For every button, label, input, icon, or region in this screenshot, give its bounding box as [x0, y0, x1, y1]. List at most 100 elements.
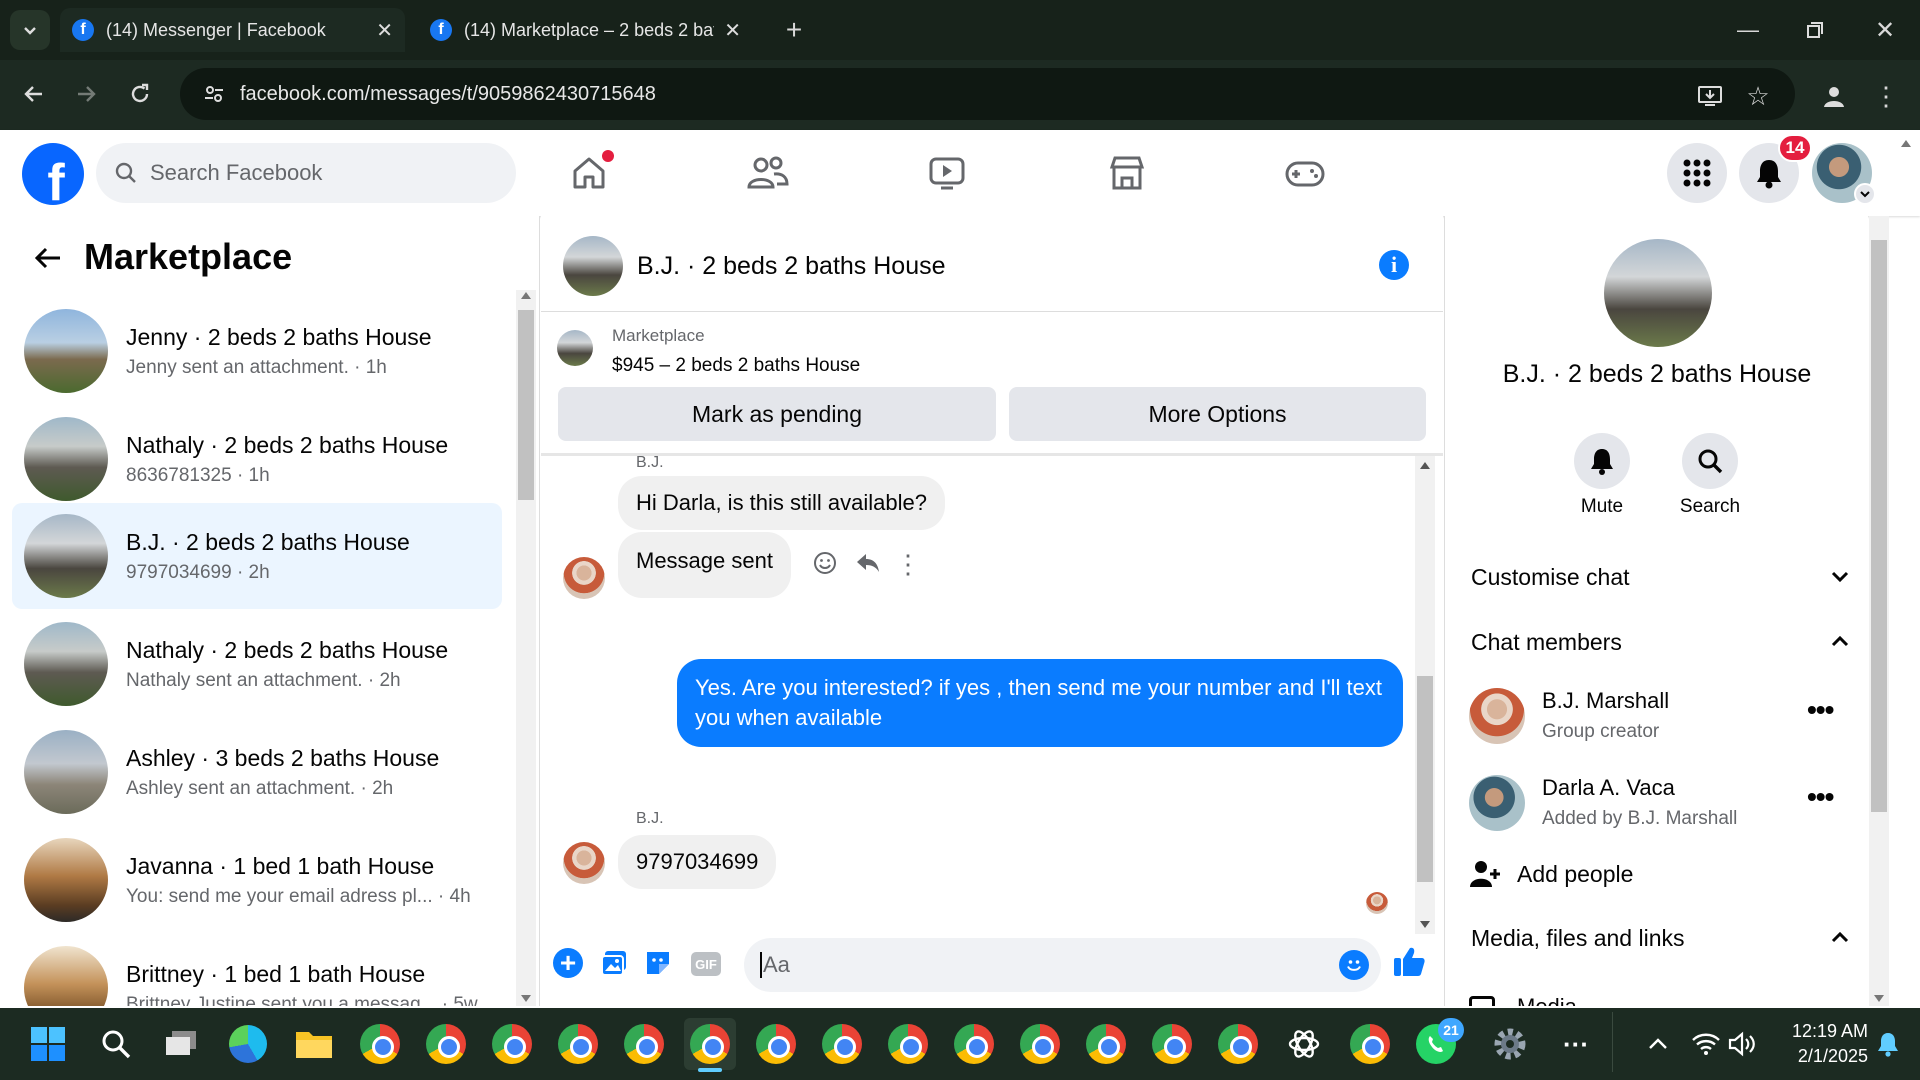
add-people-button[interactable]: Add people [1517, 861, 1633, 888]
clock-time[interactable]: 12:19 AM [1772, 1021, 1868, 1042]
nav-marketplace[interactable] [1092, 148, 1162, 198]
windows-start-icon[interactable] [22, 1018, 74, 1070]
media-files-links-section[interactable]: Media, files and links [1471, 925, 1685, 952]
page-scroll-up-arrow-icon[interactable] [1901, 140, 1911, 147]
account-chevron-icon[interactable] [1854, 183, 1876, 205]
show-hidden-icons-chevron-icon[interactable] [1632, 1018, 1684, 1070]
message-bubble-own[interactable]: Yes. Are you interested? if yes , then s… [677, 659, 1403, 747]
sticker-icon[interactable] [643, 948, 675, 980]
new-tab-button[interactable]: + [776, 12, 812, 48]
scroll-down-arrow-icon[interactable] [1420, 921, 1430, 928]
chat-title[interactable]: B.J. · 2 beds 2 baths House [637, 252, 946, 281]
scroll-up-arrow-icon[interactable] [521, 292, 531, 299]
search-input[interactable]: Search Facebook [96, 143, 516, 203]
more-apps-icon[interactable]: ··· [1550, 1018, 1602, 1070]
facebook-logo-icon[interactable]: f [22, 143, 84, 205]
scroll-down-arrow-icon[interactable] [1874, 995, 1884, 1002]
edge-icon[interactable] [222, 1018, 274, 1070]
chrome-icon[interactable] [816, 1018, 868, 1070]
search-chat-button[interactable] [1682, 433, 1738, 489]
list-scrollbar[interactable] [516, 290, 536, 1006]
forward-button[interactable] [66, 74, 106, 114]
chrome-icon[interactable] [486, 1018, 538, 1070]
settings-gear-icon[interactable] [1484, 1018, 1536, 1070]
member-name[interactable]: B.J. Marshall [1542, 688, 1669, 714]
more-actions-icon[interactable]: ⋮ [895, 550, 921, 578]
chrome-icon[interactable] [882, 1018, 934, 1070]
chevron-up-icon[interactable] [1831, 930, 1849, 949]
conversation-item[interactable]: Jenny · 2 beds 2 baths House Jenny sent a… [12, 298, 502, 404]
chrome-icon[interactable] [1344, 1018, 1396, 1070]
chrome-icon[interactable] [948, 1018, 1000, 1070]
close-window-button[interactable]: ✕ [1865, 10, 1905, 50]
chevron-up-icon[interactable] [1831, 634, 1849, 653]
member-options-icon[interactable]: ••• [1807, 694, 1834, 726]
back-arrow-icon[interactable] [30, 240, 66, 276]
chrome-icon[interactable] [420, 1018, 472, 1070]
chat-thumb[interactable] [1417, 676, 1433, 882]
address-bar[interactable]: facebook.com/messages/t/9059862430715648 [180, 68, 1795, 120]
task-view-icon[interactable] [156, 1018, 208, 1070]
scrollbar-thumb[interactable] [518, 310, 534, 500]
message-bubble[interactable]: Hi Darla, is this still available? [618, 476, 945, 530]
chrome-icon[interactable] [1014, 1018, 1066, 1070]
add-people-icon[interactable] [1469, 858, 1503, 892]
back-button[interactable] [14, 74, 54, 114]
info-avatar[interactable] [1604, 239, 1712, 347]
chrome-icon[interactable] [1146, 1018, 1198, 1070]
more-options-button[interactable]: More Options [1009, 387, 1426, 441]
bookmark-star-icon[interactable]: ☆ [1738, 76, 1778, 116]
message-bubble[interactable]: 9797034699 [618, 835, 777, 889]
attach-photo-icon[interactable] [599, 948, 631, 980]
chrome-icon[interactable] [750, 1018, 802, 1070]
chatgpt-icon[interactable] [1278, 1018, 1330, 1070]
like-thumb-icon[interactable] [1391, 944, 1431, 984]
taskbar-search-icon[interactable] [90, 1018, 142, 1070]
chrome-icon[interactable] [1080, 1018, 1132, 1070]
notification-center-bell-icon[interactable] [1868, 1018, 1908, 1070]
nav-gaming[interactable] [1270, 148, 1340, 198]
sender-avatar[interactable] [563, 842, 605, 884]
browser-menu-icon[interactable]: ⋮ [1868, 76, 1904, 116]
chevron-down-icon[interactable] [1831, 570, 1849, 589]
scroll-down-arrow-icon[interactable] [521, 995, 531, 1002]
chrome-icon-active[interactable] [684, 1018, 736, 1070]
conversation-item[interactable]: Nathaly · 2 beds 2 baths House Nathaly se… [12, 611, 502, 717]
close-tab-icon[interactable]: ✕ [724, 18, 741, 43]
restore-button[interactable] [1795, 10, 1835, 50]
customise-chat-section[interactable]: Customise chat [1471, 564, 1630, 591]
nav-friends[interactable] [733, 148, 803, 198]
clock-date[interactable]: 2/1/2025 [1772, 1046, 1868, 1067]
chrome-icon[interactable] [618, 1018, 670, 1070]
url-text[interactable]: facebook.com/messages/t/9059862430715648 [240, 83, 656, 106]
gif-button[interactable]: GIF [691, 952, 721, 976]
chrome-icon[interactable] [354, 1018, 406, 1070]
mute-button[interactable] [1574, 433, 1630, 489]
media-row[interactable]: Media [1469, 990, 1769, 1006]
conversation-item[interactable]: Nathaly · 2 beds 2 baths House 8636781325… [12, 406, 502, 512]
conversation-item[interactable]: Ashley · 3 beds 2 baths House Ashley sent… [12, 719, 502, 825]
profile-icon[interactable] [1812, 74, 1856, 118]
minimize-button[interactable]: — [1728, 10, 1768, 50]
file-explorer-icon[interactable] [288, 1018, 340, 1070]
message-bubble[interactable]: Message sent [618, 532, 791, 598]
conversation-item[interactable]: Javanna · 1 bed 1 bath House You: send me… [12, 827, 502, 933]
volume-icon[interactable] [1716, 1018, 1768, 1070]
reply-icon[interactable] [854, 550, 882, 578]
listing-thumbnail[interactable] [557, 330, 593, 366]
member-avatar[interactable] [1469, 688, 1525, 744]
react-icon[interactable] [812, 550, 840, 578]
menu-button[interactable] [1667, 143, 1727, 203]
sender-avatar[interactable] [563, 557, 605, 599]
info-scrollbar[interactable] [1869, 216, 1889, 1006]
member-options-icon[interactable]: ••• [1807, 781, 1834, 813]
tab-search-button[interactable] [10, 10, 50, 50]
message-input[interactable]: Aa [744, 938, 1381, 992]
site-settings-icon[interactable] [202, 82, 226, 106]
member-avatar[interactable] [1469, 775, 1525, 831]
add-more-icon[interactable]: + [553, 948, 583, 978]
chat-scrollbar[interactable] [1415, 456, 1435, 934]
nav-video[interactable] [912, 148, 982, 198]
tab-marketplace[interactable]: f (14) Marketplace – 2 beds 2 bat ✕ [418, 8, 753, 52]
install-app-icon[interactable] [1690, 76, 1730, 116]
